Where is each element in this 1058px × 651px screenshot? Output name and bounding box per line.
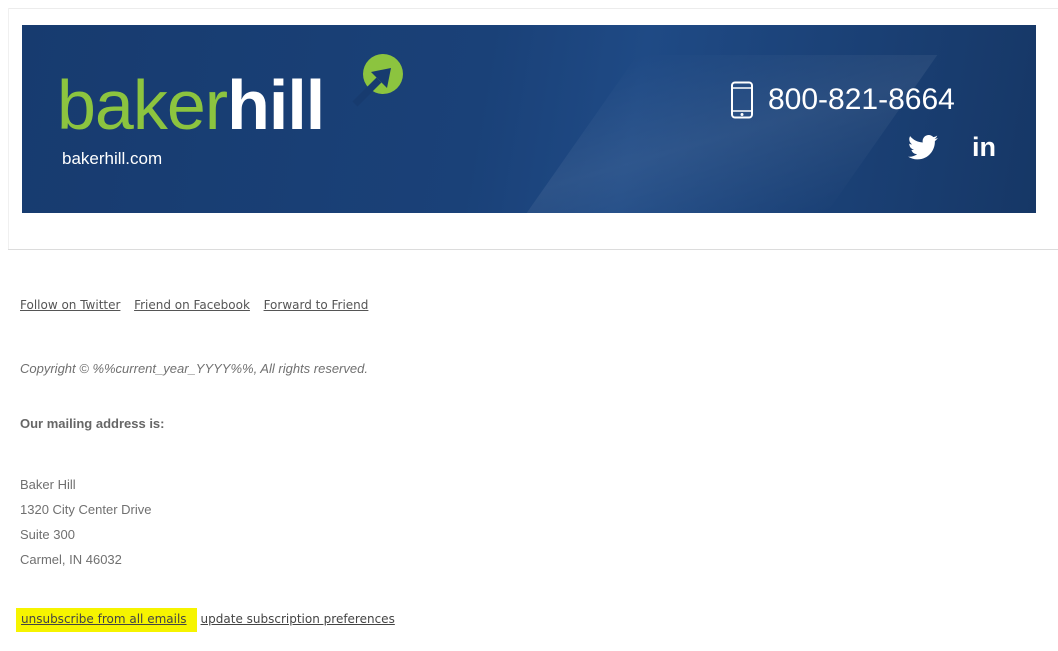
- unsubscribe-link[interactable]: unsubscribe from all emails: [16, 608, 197, 632]
- growth-arrow-icon: [352, 54, 403, 107]
- left-border: [8, 8, 9, 250]
- phone-number: 800-821-8664: [768, 83, 955, 116]
- address-line: 1320 City Center Drive: [20, 502, 152, 517]
- banner-sheen: [526, 55, 938, 213]
- address-line: Carmel, IN 46032: [20, 552, 122, 567]
- bakerhill-logo[interactable]: bakerhill: [57, 54, 403, 140]
- linkedin-icon[interactable]: in: [972, 130, 996, 164]
- update-preferences-link[interactable]: update subscription preferences: [201, 612, 395, 626]
- copyright-text: Copyright © %%current_year_YYYY%%, All r…: [20, 361, 368, 376]
- top-border: [8, 8, 1058, 9]
- twitter-icon[interactable]: [908, 135, 938, 160]
- logo-hill-text: hill: [227, 66, 325, 144]
- logo-baker-text: baker: [57, 66, 228, 144]
- mailing-address-heading: Our mailing address is:: [20, 416, 165, 431]
- section-divider: [8, 249, 1058, 250]
- follow-twitter-link[interactable]: Follow on Twitter: [20, 298, 120, 312]
- phone-contact[interactable]: 800-821-8664: [730, 80, 955, 120]
- footer-links: unsubscribe from all emails update subscr…: [16, 608, 395, 632]
- social-links: Follow on Twitter Friend on Facebook For…: [20, 297, 378, 312]
- header-banner: bakerhill bakerhill.com 800-821-8664 in: [22, 25, 1036, 213]
- forward-friend-link[interactable]: Forward to Friend: [264, 298, 369, 312]
- friend-facebook-link[interactable]: Friend on Facebook: [134, 298, 250, 312]
- address-line: Baker Hill: [20, 477, 76, 492]
- mailing-address: Baker Hill 1320 City Center Drive Suite …: [20, 472, 152, 572]
- mobile-phone-icon: [731, 81, 753, 119]
- address-line: Suite 300: [20, 527, 75, 542]
- website-link[interactable]: bakerhill.com: [62, 149, 162, 169]
